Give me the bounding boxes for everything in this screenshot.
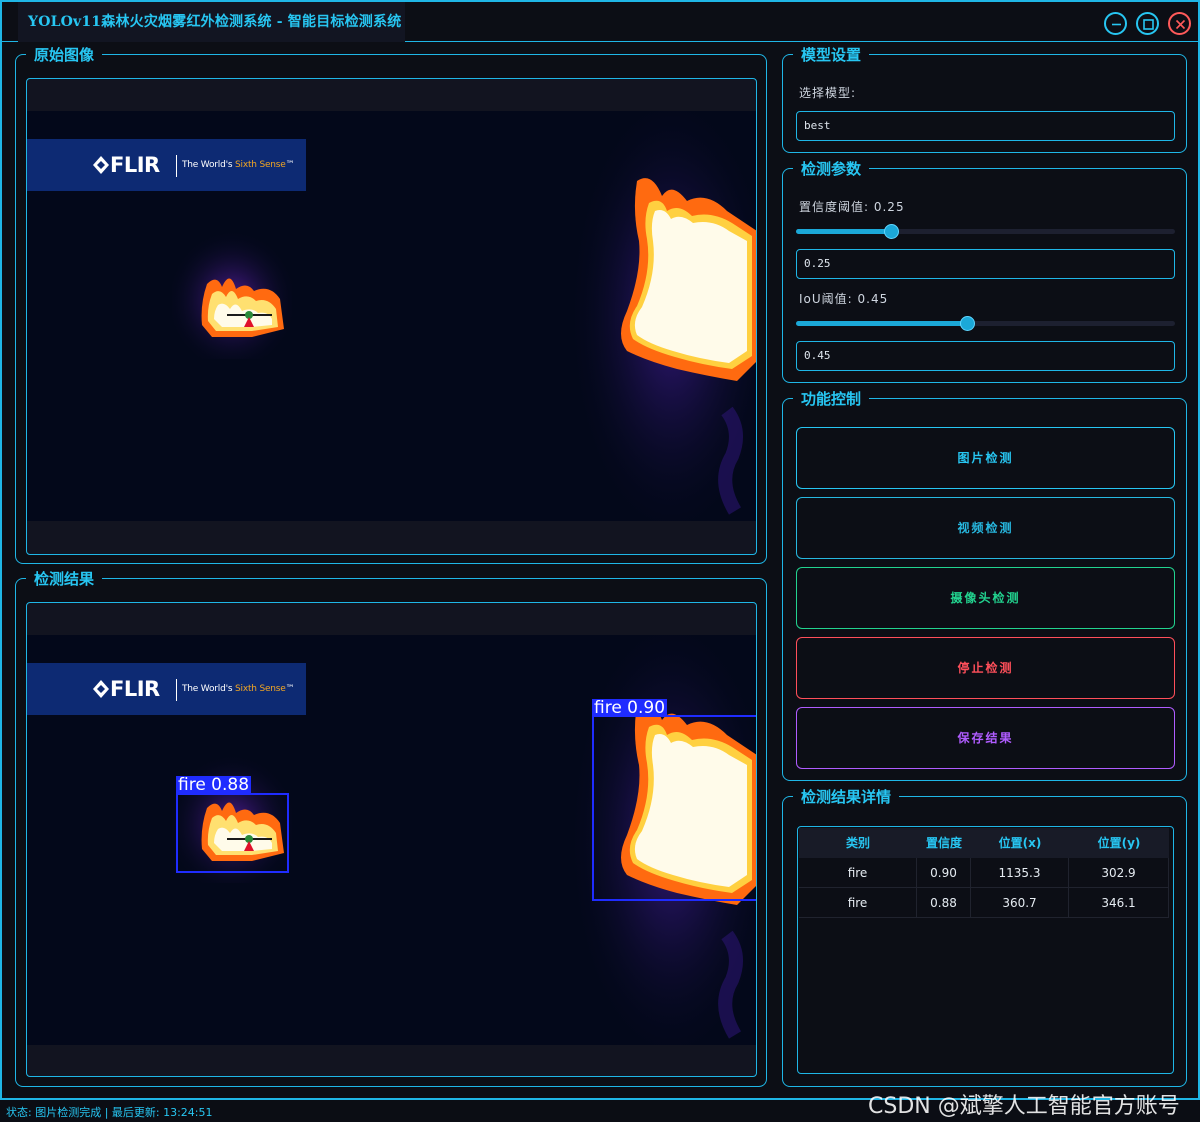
detection-box-small xyxy=(176,793,289,873)
model-settings-title: 模型设置 xyxy=(793,45,870,65)
detection-box-large xyxy=(592,715,756,901)
minimize-icon xyxy=(1112,23,1121,26)
title-bar: YOLOv11森林火灾烟雾红外检测系统 - 智能目标检测系统 xyxy=(2,2,1198,42)
function-control-title: 功能控制 xyxy=(793,389,870,409)
iou-slider-fill xyxy=(796,321,967,326)
flir-tagline-highlight: Sixth Sense xyxy=(235,684,286,694)
flir-separator xyxy=(176,679,177,701)
camera-detect-button[interactable]: 摄像头检测 xyxy=(796,567,1175,629)
watermark: CSDN @斌擎人工智能官方账号 xyxy=(868,1094,1180,1119)
result-details-title: 检测结果详情 xyxy=(793,787,900,807)
original-thermal-image: FLIR The World's Sixth Sense™ xyxy=(27,111,756,521)
maximize-icon xyxy=(1143,19,1154,30)
flir-diamond-icon xyxy=(93,156,109,174)
detection-result-group: 检测结果 FLIR The World's Sixth Sense™ fire … xyxy=(15,569,767,1087)
save-result-button[interactable]: 保存结果 xyxy=(796,707,1175,769)
fire-hotspot-large xyxy=(567,111,756,521)
cell-class: fire xyxy=(799,858,917,888)
close-button[interactable] xyxy=(1168,12,1191,35)
cell-y: 302.9 xyxy=(1069,858,1169,888)
iou-slider[interactable] xyxy=(796,316,1175,331)
flir-tagline-highlight: Sixth Sense xyxy=(235,160,286,170)
iou-input[interactable]: 0.45 xyxy=(796,341,1175,371)
flir-tagline-suffix: ™ xyxy=(285,160,295,170)
result-image-frame: FLIR The World's Sixth Sense™ fire 0.88 … xyxy=(26,602,757,1077)
column-header-x[interactable]: 位置(x) xyxy=(971,828,1069,858)
detection-label-large: fire 0.90 xyxy=(592,698,668,718)
model-settings-group: 模型设置 选择模型: best xyxy=(782,45,1187,153)
cell-x: 360.7 xyxy=(971,888,1069,918)
flir-logo: FLIR xyxy=(93,677,160,701)
maximize-button[interactable] xyxy=(1136,12,1159,35)
table-row[interactable]: fire 0.90 1135.3 302.9 xyxy=(799,858,1169,888)
flir-separator xyxy=(176,155,177,177)
result-table: 类别 置信度 位置(x) 位置(y) fire 0.90 1135.3 302.… xyxy=(797,826,1174,1074)
model-select-label: 选择模型: xyxy=(799,86,857,100)
original-image-group: 原始图像 FLIR The World's Sixth Sense™ xyxy=(15,45,767,564)
original-image-title: 原始图像 xyxy=(26,45,103,65)
table-header: 类别 置信度 位置(x) 位置(y) xyxy=(799,828,1169,858)
flir-tagline-prefix: The World's xyxy=(182,160,236,170)
status-text: 状态: 图片检测完成 | 最后更新: 13:24:51 xyxy=(6,1106,213,1119)
result-thermal-image: FLIR The World's Sixth Sense™ fire 0.88 … xyxy=(27,635,756,1045)
flir-banner: FLIR The World's Sixth Sense™ xyxy=(27,663,306,715)
detection-result-title: 检测结果 xyxy=(26,569,103,589)
flir-logo-text: FLIR xyxy=(110,677,160,701)
column-header-class[interactable]: 类别 xyxy=(799,828,917,858)
image-detect-button[interactable]: 图片检测 xyxy=(796,427,1175,489)
window-title: YOLOv11森林火灾烟雾红外检测系统 - 智能目标检测系统 xyxy=(18,2,406,42)
confidence-slider[interactable] xyxy=(796,224,1175,239)
stop-detect-button[interactable]: 停止检测 xyxy=(796,637,1175,699)
flir-tagline-suffix: ™ xyxy=(285,684,295,694)
cell-class: fire xyxy=(799,888,917,918)
iou-label: IoU阈值: 0.45 xyxy=(799,292,889,306)
cell-y: 346.1 xyxy=(1069,888,1169,918)
flir-tagline: The World's Sixth Sense™ xyxy=(182,160,295,170)
table-row[interactable]: fire 0.88 360.7 346.1 xyxy=(799,888,1169,918)
iou-slider-handle[interactable] xyxy=(960,316,975,331)
detection-label-small: fire 0.88 xyxy=(176,775,252,795)
flir-banner: FLIR The World's Sixth Sense™ xyxy=(27,139,306,191)
cell-confidence: 0.90 xyxy=(917,858,971,888)
flir-logo-text: FLIR xyxy=(110,153,160,177)
flir-tagline-prefix: The World's xyxy=(182,684,236,694)
confidence-label: 置信度阈值: 0.25 xyxy=(799,200,905,214)
cell-x: 1135.3 xyxy=(971,858,1069,888)
flir-logo: FLIR xyxy=(93,153,160,177)
confidence-slider-fill xyxy=(796,229,891,234)
confidence-slider-handle[interactable] xyxy=(884,224,899,239)
confidence-input[interactable]: 0.25 xyxy=(796,249,1175,279)
flir-diamond-icon xyxy=(93,680,109,698)
original-image-frame: FLIR The World's Sixth Sense™ xyxy=(26,78,757,555)
video-detect-button[interactable]: 视频检测 xyxy=(796,497,1175,559)
column-header-confidence[interactable]: 置信度 xyxy=(917,828,971,858)
flir-tagline: The World's Sixth Sense™ xyxy=(182,684,295,694)
fire-hotspot-small xyxy=(172,229,292,359)
close-icon xyxy=(1175,19,1186,30)
minimize-button[interactable] xyxy=(1104,12,1127,35)
column-header-y[interactable]: 位置(y) xyxy=(1069,828,1169,858)
model-select[interactable]: best xyxy=(796,111,1175,141)
cell-confidence: 0.88 xyxy=(917,888,971,918)
detection-params-title: 检测参数 xyxy=(793,159,870,179)
detection-params-group: 检测参数 置信度阈值: 0.25 0.25 IoU阈值: 0.45 0.45 xyxy=(782,159,1187,383)
app-window: YOLOv11森林火灾烟雾红外检测系统 - 智能目标检测系统 原始图像 FLIR… xyxy=(0,0,1200,1100)
